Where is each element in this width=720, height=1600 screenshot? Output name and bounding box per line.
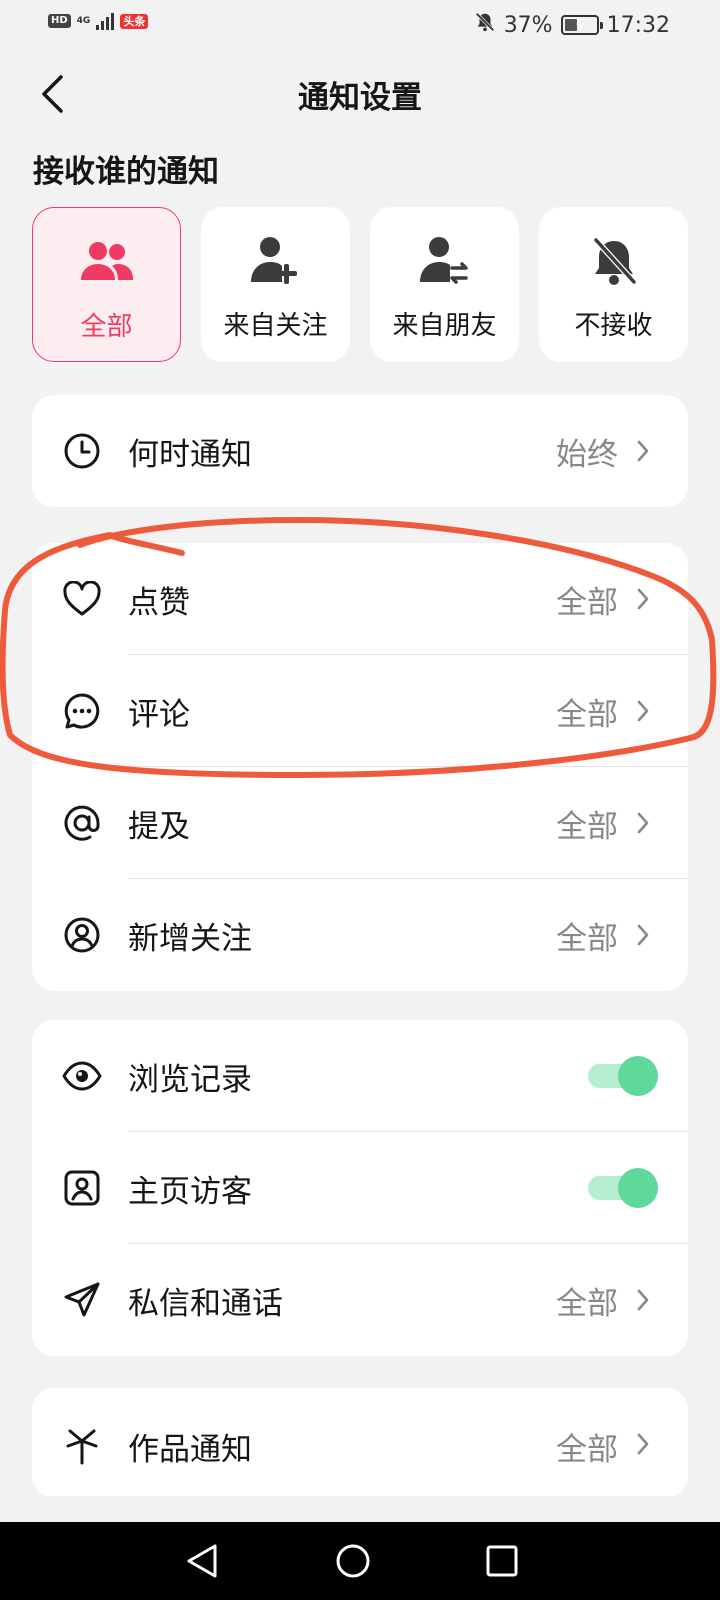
profile-card-icon — [62, 1168, 102, 1208]
row-value: 全部 — [556, 1432, 618, 1468]
user-exchange-icon — [419, 231, 471, 291]
triangle-back-icon — [187, 1544, 217, 1578]
user-add-icon — [250, 231, 302, 291]
section-title-who: 接收谁的通知 — [33, 154, 219, 190]
works-card: 作品通知 全部 — [32, 1388, 688, 1498]
chevron-right-icon — [634, 437, 652, 465]
option-label: 全部 — [80, 312, 133, 342]
app-header: 通知设置 — [0, 60, 720, 128]
when-notify-row[interactable]: 何时通知 始终 — [32, 395, 688, 507]
status-bar: HD 4G 头条 37% ϟ 17:32 — [0, 0, 720, 50]
hd-indicator: HD — [48, 14, 71, 28]
signal-icon — [96, 12, 115, 30]
row-label: 浏览记录 — [128, 1061, 252, 1098]
row-label: 作品通知 — [128, 1432, 252, 1468]
at-icon — [62, 803, 102, 843]
option-label: 来自朋友 — [392, 311, 497, 341]
row-value: 全部 — [556, 696, 618, 733]
network-type: 4G — [76, 15, 91, 26]
nav-recents-button[interactable] — [482, 1541, 522, 1581]
row-label: 点赞 — [128, 584, 190, 621]
when-card: 何时通知 始终 — [32, 395, 688, 507]
chevron-right-icon — [634, 1430, 652, 1458]
comments-row[interactable]: 评论 全部 — [32, 655, 688, 767]
option-none[interactable]: 不接收 — [539, 207, 688, 362]
heart-icon — [62, 579, 102, 619]
row-label: 提及 — [128, 808, 190, 845]
row-label: 何时通知 — [128, 436, 252, 473]
circle-home-icon — [336, 1544, 370, 1578]
row-label: 主页访客 — [128, 1173, 252, 1210]
row-value: 全部 — [556, 808, 618, 845]
option-following[interactable]: 来自关注 — [201, 207, 350, 362]
bell-off-icon — [590, 231, 638, 291]
mentions-row[interactable]: 提及 全部 — [32, 767, 688, 879]
works-notify-row[interactable]: 作品通知 全部 — [32, 1388, 688, 1498]
row-label: 评论 — [128, 696, 190, 733]
clock-icon — [62, 431, 102, 471]
profile-visitors-toggle[interactable] — [586, 1166, 658, 1208]
who-options: 全部 来自关注 来自朋友 不接收 — [32, 207, 688, 362]
row-label: 新增关注 — [128, 920, 252, 957]
option-friends[interactable]: 来自朋友 — [370, 207, 519, 362]
user-circle-icon — [62, 915, 102, 955]
option-label: 来自关注 — [223, 311, 328, 341]
group-icon — [79, 232, 135, 292]
privacy-card: 浏览记录 主页访客 私信和通话 全部 — [32, 1020, 688, 1356]
nav-home-button[interactable] — [333, 1541, 373, 1581]
page-title: 通知设置 — [298, 80, 422, 116]
chevron-right-icon — [634, 809, 652, 837]
row-value: 全部 — [556, 1285, 618, 1322]
row-value: 始终 — [556, 436, 618, 473]
row-label: 私信和通话 — [128, 1285, 283, 1322]
sparkle-icon — [62, 1426, 102, 1466]
bell-muted-icon — [474, 11, 496, 39]
chevron-right-icon — [634, 921, 652, 949]
square-recents-icon — [486, 1545, 518, 1577]
clock-time: 17:32 — [606, 12, 670, 38]
system-navigation-bar — [0, 1522, 720, 1600]
new-followers-row[interactable]: 新增关注 全部 — [32, 879, 688, 991]
eye-icon — [62, 1056, 102, 1096]
chevron-right-icon — [634, 697, 652, 725]
battery-icon: ϟ — [560, 15, 603, 35]
interaction-card: 点赞 全部 评论 全部 提及 全部 新增关注 全部 — [32, 543, 688, 991]
browse-history-toggle[interactable] — [586, 1054, 658, 1096]
chevron-right-icon — [634, 585, 652, 613]
row-value: 全部 — [556, 920, 618, 957]
send-icon — [62, 1280, 102, 1320]
chevron-right-icon — [634, 1286, 652, 1314]
browse-history-row: 浏览记录 — [32, 1020, 688, 1132]
messages-row[interactable]: 私信和通话 全部 — [32, 1244, 688, 1356]
row-value: 全部 — [556, 584, 618, 621]
profile-visitors-row: 主页访客 — [32, 1132, 688, 1244]
battery-percent: 37% — [503, 12, 553, 38]
nav-back-button[interactable] — [182, 1541, 222, 1581]
option-all[interactable]: 全部 — [32, 207, 181, 362]
likes-row[interactable]: 点赞 全部 — [32, 543, 688, 655]
scroll-fade — [0, 1496, 720, 1522]
comment-icon — [62, 691, 102, 731]
app-notification-badge: 头条 — [120, 13, 149, 29]
option-label: 不接收 — [574, 311, 653, 341]
